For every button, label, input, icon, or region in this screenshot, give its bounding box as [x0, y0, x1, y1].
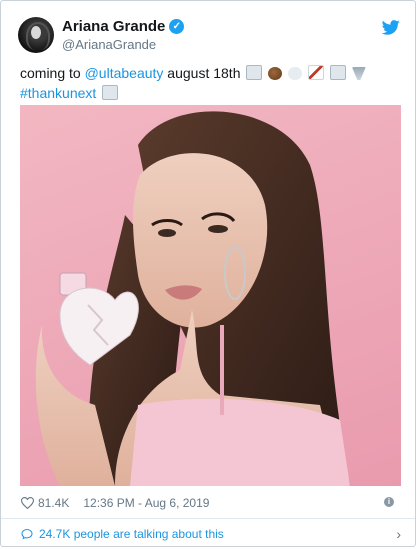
conversation-link[interactable]: 24.7K people are talking about this › [21, 526, 401, 542]
author-name-row[interactable]: Ariana Grande ✓ [62, 18, 185, 35]
hashtag-link[interactable]: #thankunext [20, 85, 96, 101]
tweet-embed-card: Ariana Grande ✓ @ArianaGrande coming to … [0, 0, 416, 547]
tweet-footer: 81.4K 12:36 PM - Aug 6, 2019 i [21, 495, 397, 511]
envelope-icon [246, 65, 263, 80]
bow-arrow-icon [308, 65, 325, 80]
chevron-right-icon[interactable]: › [396, 526, 401, 542]
info-icon[interactable]: i [384, 497, 394, 507]
divider [1, 518, 415, 519]
twitter-bird-icon[interactable] [382, 20, 400, 35]
cloud-icon [288, 67, 303, 80]
tweet-photo[interactable] [20, 105, 401, 486]
mention-link[interactable]: @ultabeauty [85, 65, 164, 81]
tweet-header: Ariana Grande ✓ @ArianaGrande [18, 15, 402, 55]
envelope-icon [102, 85, 119, 100]
author-name[interactable]: Ariana Grande [62, 18, 165, 35]
tweet-text-suffix: august 18th [163, 65, 241, 81]
verified-badge-icon: ✓ [169, 19, 185, 34]
tweet-timestamp[interactable]: 12:36 PM - Aug 6, 2019 [83, 496, 209, 510]
tweet-text-prefix: coming to [20, 65, 85, 81]
avatar[interactable] [18, 17, 54, 53]
tweet-text: coming to @ultabeauty august 18th #thank… [20, 63, 400, 103]
coconut-icon [268, 67, 283, 80]
reply-bubble-icon [21, 528, 33, 540]
heart-icon[interactable] [21, 497, 34, 509]
tornado-icon [351, 67, 366, 80]
tweet-photo-image [35, 111, 350, 486]
like-count[interactable]: 81.4K [38, 496, 69, 510]
envelope-icon [329, 65, 346, 80]
conversation-label[interactable]: 24.7K people are talking about this [39, 527, 224, 541]
author-handle[interactable]: @ArianaGrande [62, 37, 156, 52]
